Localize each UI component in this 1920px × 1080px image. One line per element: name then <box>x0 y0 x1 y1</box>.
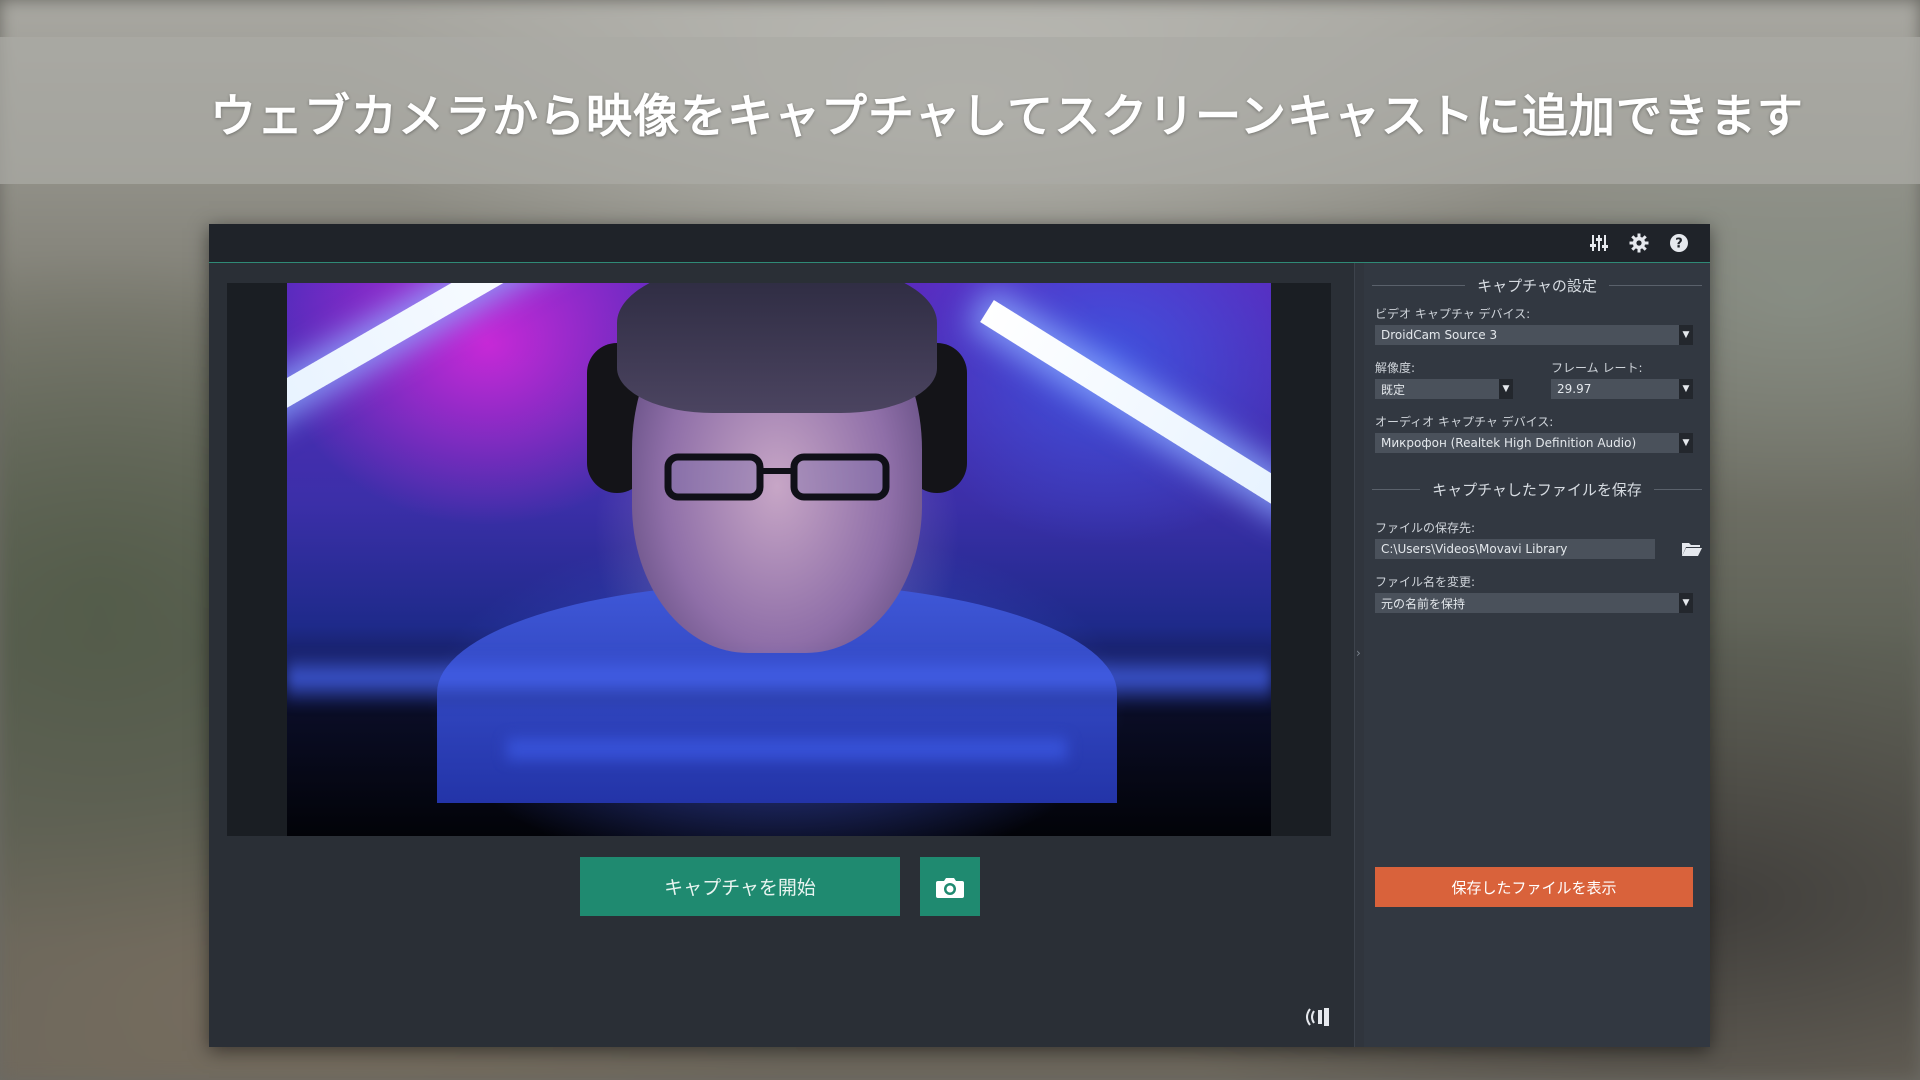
resolution-label: 解像度: <box>1375 361 1416 375</box>
glasses <box>664 453 890 501</box>
save-path-value: C:\Users\Videos\Movavi Library <box>1381 542 1568 556</box>
start-capture-button[interactable]: キャプチャを開始 <box>580 857 900 916</box>
rename-select[interactable]: 元の名前を保持 ▼ <box>1375 593 1693 613</box>
chevron-right-icon: › <box>1356 646 1361 660</box>
camera-icon <box>936 877 964 898</box>
audio-waves-icon[interactable] <box>1304 1005 1332 1029</box>
show-saved-files-button[interactable]: 保存したファイルを表示 <box>1375 867 1693 907</box>
audio-device-select[interactable]: Микрофон (Realtek High Definition Audio)… <box>1375 433 1693 453</box>
audio-device-value: Микрофон (Realtek High Definition Audio) <box>1381 436 1637 450</box>
video-device-label: ビデオ キャプチャ デバイス: <box>1375 307 1531 321</box>
webcam-preview <box>227 283 1331 836</box>
title-bar: ? <box>209 224 1710 263</box>
neon-light-right <box>980 299 1271 513</box>
resolution-select[interactable]: 既定 ▼ <box>1375 379 1513 399</box>
save-path-field[interactable]: C:\Users\Videos\Movavi Library <box>1375 539 1655 559</box>
rename-value: 元の名前を保持 <box>1381 596 1466 611</box>
save-settings-heading: キャプチャしたファイルを保存 <box>1372 479 1703 499</box>
capture-settings-heading: キャプチャの設定 <box>1372 275 1703 295</box>
framerate-select[interactable]: 29.97 ▼ <box>1551 379 1693 399</box>
promo-headline: ウェブカメラから映像をキャプチャしてスクリーンキャストに追加できます <box>210 89 1804 143</box>
framerate-value: 29.97 <box>1557 382 1592 396</box>
monitor-glow <box>287 653 1271 703</box>
video-device-select[interactable]: DroidCam Source 3 ▼ <box>1375 325 1693 345</box>
chevron-down-icon: ▼ <box>1679 379 1693 399</box>
folder-open-icon[interactable] <box>1681 541 1703 557</box>
webcam-feed <box>287 283 1271 836</box>
gear-icon[interactable] <box>1627 232 1651 254</box>
neon-light-left <box>287 283 618 428</box>
app-window: ? キャプチャを開始 › キャプチャの設定 ビデオ キャプチャ デバイス: Dr… <box>209 224 1710 1047</box>
resolution-value: 既定 <box>1381 382 1406 397</box>
mixer-sliders-icon[interactable] <box>1587 232 1611 254</box>
chevron-down-icon: ▼ <box>1679 593 1693 613</box>
video-device-value: DroidCam Source 3 <box>1381 328 1498 342</box>
framerate-label: フレーム レート: <box>1551 361 1643 375</box>
help-icon[interactable]: ? <box>1667 232 1691 254</box>
settings-panel: キャプチャの設定 ビデオ キャプチャ デバイス: DroidCam Source… <box>1364 263 1710 1047</box>
person-hair <box>617 283 937 413</box>
svg-text:?: ? <box>1675 237 1683 252</box>
chevron-down-icon: ▼ <box>1679 433 1693 453</box>
save-path-label: ファイルの保存先: <box>1375 521 1476 535</box>
monitor-reflection <box>507 738 1067 760</box>
chevron-down-icon: ▼ <box>1499 379 1513 399</box>
audio-device-label: オーディオ キャプチャ デバイス: <box>1375 415 1554 429</box>
chevron-down-icon: ▼ <box>1679 325 1693 345</box>
preview-area: キャプチャを開始 <box>209 263 1354 1047</box>
snapshot-button[interactable] <box>920 857 980 916</box>
rename-label: ファイル名を変更: <box>1375 575 1476 589</box>
